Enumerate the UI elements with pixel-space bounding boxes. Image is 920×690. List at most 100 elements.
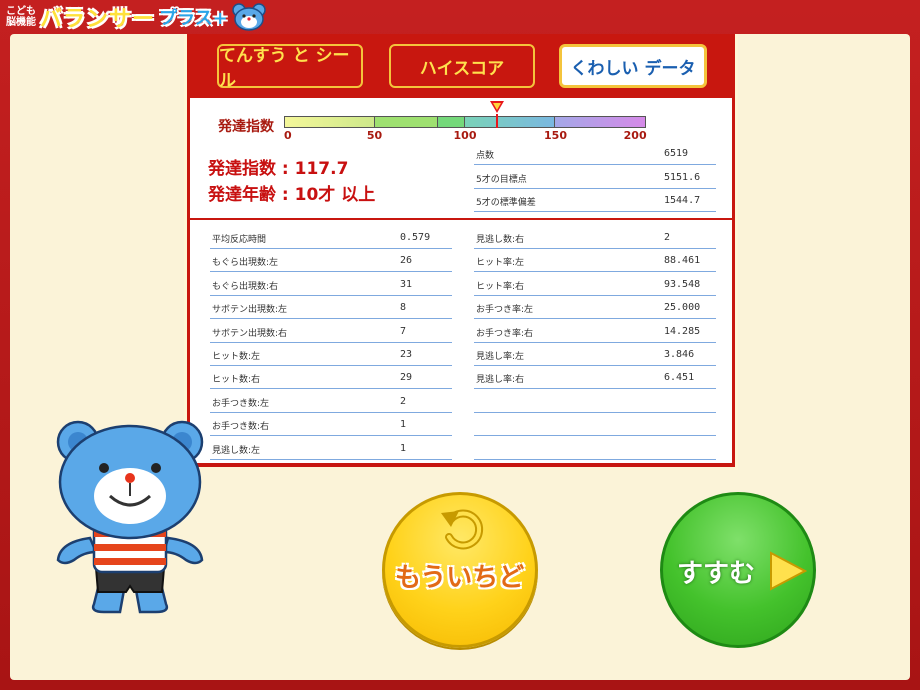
- scale-marker-line: [496, 114, 499, 128]
- tab-label: ハイスコア: [419, 58, 505, 79]
- stat-value: 26: [400, 255, 413, 267]
- tab-bar: てんすう と シール ハイスコア くわしい データ: [187, 34, 735, 96]
- stat-row: お手つき率:左 25.000: [474, 298, 716, 320]
- stat-label: もぐら出現数:右: [212, 281, 279, 292]
- stat-row: [474, 439, 716, 460]
- tab-high-score[interactable]: ハイスコア: [389, 44, 535, 88]
- stat-row: お手つき率:右 14.285: [474, 322, 716, 343]
- logo-subtitle-line2: 脳機能: [6, 17, 36, 28]
- result-panel: てんすう と シール ハイスコア くわしい データ 発達指数 0 50 100 …: [184, 34, 738, 470]
- stat-value: 2: [664, 232, 671, 243]
- stat-label: もぐら出現数:左: [212, 258, 279, 269]
- tab-detailed-data[interactable]: くわしい データ: [559, 44, 707, 88]
- stat-label: ヒット数:右: [212, 375, 261, 386]
- tab-score-and-stickers[interactable]: てんすう と シール: [217, 44, 363, 91]
- tab-label: くわしい データ: [570, 58, 696, 79]
- retry-arrow-icon: [441, 509, 484, 550]
- stat-value: 6.451: [664, 372, 695, 384]
- scale-ticks: 0 50 100 150 200: [284, 129, 647, 143]
- stat-row: もぐら出現数:左 26: [210, 251, 452, 273]
- stat-row: ヒット数:右 29: [210, 368, 452, 390]
- play-arrow-icon: [770, 551, 807, 591]
- stat-value: 8: [400, 302, 407, 314]
- scale-tick: 100: [453, 129, 477, 142]
- stat-value: 0.579: [400, 232, 431, 243]
- stat-label: 見逃し率:右: [476, 375, 525, 386]
- stat-label: ヒット率:左: [476, 258, 525, 269]
- retry-button[interactable]: もういちど: [382, 492, 538, 648]
- section-divider: [190, 218, 732, 220]
- stat-row: 見逃し率:左 3.846: [474, 345, 716, 366]
- stat-row: 見逃し数:左 1: [210, 439, 452, 460]
- bear-head-icon: [232, 3, 266, 31]
- development-quotient: 発達指数 : 117.7: [208, 159, 349, 179]
- stat-label: お手つき率:右: [476, 328, 534, 339]
- stat-label: 平均反応時間: [212, 235, 267, 245]
- stat-row: お手つき数:左 2: [210, 392, 452, 413]
- stat-row: ヒット率:右 93.548: [474, 275, 716, 296]
- stat-value: 25.000: [664, 302, 701, 314]
- scale-tick: 200: [623, 129, 647, 142]
- stat-label: サボテン出現数:右: [212, 328, 288, 339]
- summary-value: 5151.6: [664, 172, 701, 183]
- stat-value: 14.285: [664, 325, 701, 337]
- scale-label: 発達指数: [218, 119, 274, 135]
- stat-row: 平均反応時間 0.579: [210, 228, 452, 249]
- scale-segment: [375, 117, 438, 127]
- stat-label: ヒット率:右: [476, 281, 525, 292]
- summary-row: 5才の目標点 5151.6: [474, 168, 716, 189]
- stat-value: 7: [400, 325, 407, 337]
- scale-tick: 150: [544, 129, 567, 142]
- scale-segment: [555, 117, 645, 127]
- next-button[interactable]: すすむ: [660, 492, 816, 648]
- scale-tick: 0: [284, 129, 292, 142]
- summary-label: 5才の目標点: [476, 175, 527, 185]
- stat-value: 3.846: [664, 349, 695, 360]
- stat-value: 1: [400, 442, 407, 454]
- scale-segment: [285, 117, 375, 127]
- scale-tick: 50: [366, 129, 383, 142]
- next-label: すすむ: [677, 559, 756, 589]
- stat-row: ヒット数:左 23: [210, 345, 452, 366]
- stat-value: 23: [400, 349, 413, 360]
- scale-segment: [438, 117, 465, 127]
- stat-label: 見逃し数:左: [212, 445, 261, 456]
- retry-label: もういちど: [395, 563, 525, 593]
- tab-label: てんすう と シール: [219, 46, 350, 91]
- stat-value: 31: [400, 278, 413, 290]
- summary-label: 5才の標準偏差: [476, 198, 536, 208]
- development-scale-bar: [284, 116, 646, 128]
- summary-label: 点数: [476, 151, 495, 161]
- development-age: 発達年齢 : 10才 以上: [208, 185, 376, 205]
- summary-row: 5才の標準偏差 1544.7: [474, 191, 716, 212]
- stat-value: 2: [400, 395, 407, 407]
- logo-subtitle: こども 脳機能: [6, 6, 36, 28]
- summary-value: 1544.7: [664, 195, 701, 206]
- scale-marker-icon: [490, 101, 505, 113]
- stat-row: ヒット率:左 88.461: [474, 251, 716, 273]
- logo-subtitle-line1: こども: [6, 6, 36, 17]
- stat-row: もぐら出現数:右 31: [210, 275, 452, 296]
- stat-value: 29: [400, 372, 413, 384]
- summary-value: 6519: [664, 148, 689, 159]
- stat-label: サボテン出現数:左: [212, 305, 288, 316]
- stat-value: 1: [400, 419, 407, 431]
- detail-sheet: 発達指数 0 50 100 150 200 発達指数 : 117.7 発達年齢 …: [190, 98, 732, 463]
- stat-label: ヒット数:左: [212, 352, 261, 362]
- stat-label: お手つき数:右: [212, 422, 270, 433]
- bear-mascot-icon: [56, 420, 204, 614]
- logo-plus: プラス+: [159, 8, 228, 29]
- stat-value: 88.461: [664, 255, 701, 267]
- logo-title: バランサー: [40, 7, 156, 32]
- stat-row: 見逃し率:右 6.451: [474, 368, 716, 390]
- stat-row: サボテン出現数:右 7: [210, 322, 452, 343]
- stat-row: お手つき数:右 1: [210, 415, 452, 437]
- stat-row: 見逃し数:右 2: [474, 228, 716, 249]
- stat-label: 見逃し数:右: [476, 235, 525, 245]
- stat-label: お手つき率:左: [476, 305, 534, 316]
- stat-row: サボテン出現数:左 8: [210, 298, 452, 320]
- stat-value: 93.548: [664, 278, 701, 290]
- summary-row: 点数 6519: [474, 144, 716, 165]
- stat-label: 見逃し率:左: [476, 352, 525, 362]
- scale-segment: [465, 117, 555, 127]
